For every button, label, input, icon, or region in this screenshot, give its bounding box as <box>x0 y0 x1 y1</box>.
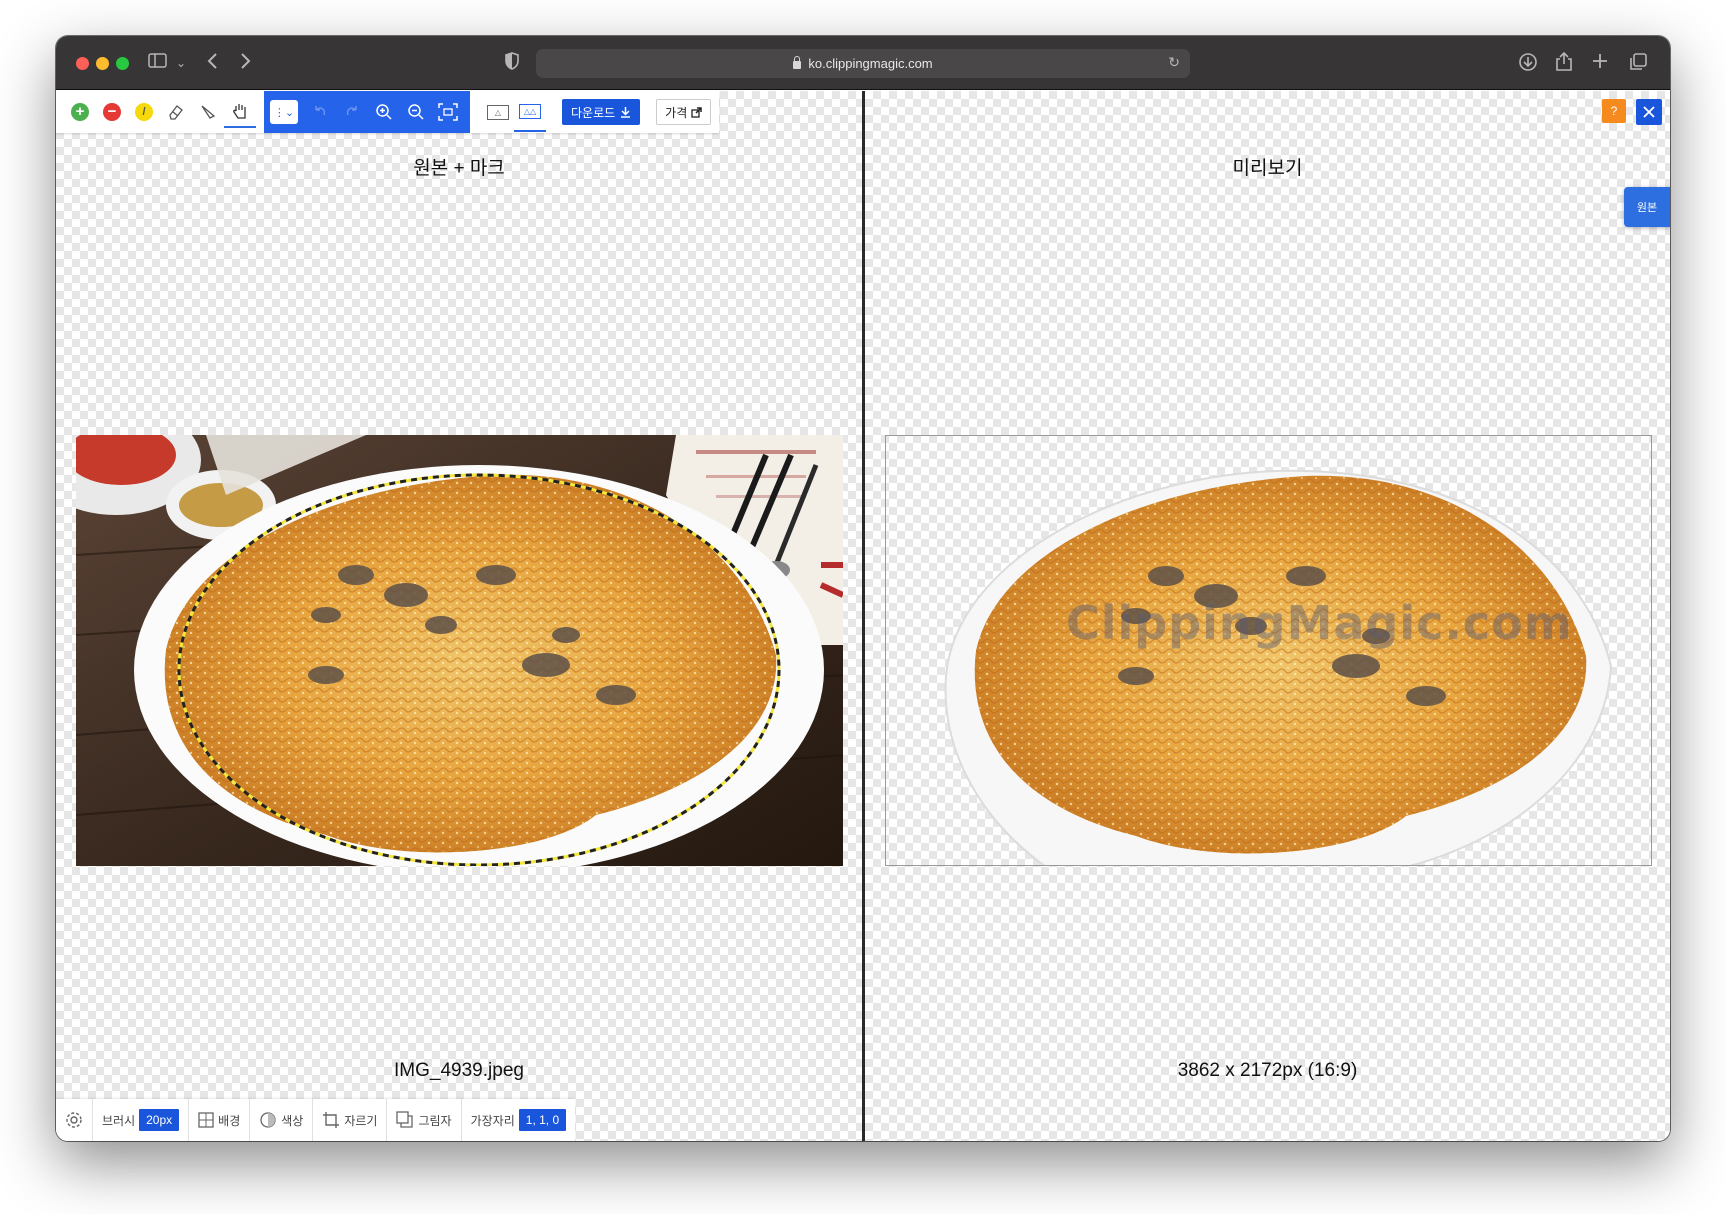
edit-toolbar: + − / ⋮⌄ △ △△ 다운로드 가격 <box>56 91 720 133</box>
edge-control[interactable]: 가장자리 1, 1, 0 <box>462 1099 576 1141</box>
single-view-button[interactable]: △ <box>482 92 514 132</box>
browser-window: ⌄ ko.clippingmagic.com ↻ + − / ⋮⌄ △ △△ 다… <box>56 36 1670 1141</box>
reload-icon[interactable]: ↻ <box>1168 54 1180 71</box>
undo-button[interactable] <box>304 96 336 128</box>
color-label: 색상 <box>281 1113 304 1128</box>
eraser-tool-button[interactable] <box>160 96 192 128</box>
price-label: 가격 <box>665 105 688 120</box>
back-icon[interactable] <box>206 52 220 75</box>
external-link-icon <box>691 106 703 118</box>
more-menu-button[interactable]: ⋮⌄ <box>270 100 298 124</box>
edge-value[interactable]: 1, 1, 0 <box>518 1109 567 1131</box>
keep-icon: + <box>71 103 89 121</box>
close-window-button[interactable] <box>76 57 89 70</box>
zoom-out-icon <box>408 104 424 120</box>
hair-icon: / <box>135 103 153 121</box>
single-view-icon: △ <box>487 104 509 120</box>
split-view-icon: △△ <box>519 103 541 119</box>
edge-label: 가장자리 <box>470 1113 515 1128</box>
hair-tool-button[interactable]: / <box>128 96 160 128</box>
crop-button[interactable]: 자르기 <box>313 1099 388 1141</box>
keep-tool-button[interactable]: + <box>64 96 96 128</box>
scalpel-icon <box>201 105 216 119</box>
remove-tool-button[interactable]: − <box>96 96 128 128</box>
preview-image[interactable]: ClippingMagic.com <box>885 435 1652 866</box>
crop-icon <box>323 1112 340 1128</box>
split-view-button[interactable]: △△ <box>514 92 546 132</box>
background-label: 배경 <box>218 1113 241 1128</box>
close-icon <box>1643 106 1655 118</box>
fit-icon <box>438 103 458 121</box>
color-button[interactable]: 색상 <box>250 1099 314 1141</box>
brush-size-control[interactable]: 브러시 20px <box>93 1099 190 1141</box>
download-arrow-icon <box>621 107 631 118</box>
original-image[interactable] <box>76 435 843 866</box>
close-button[interactable] <box>1636 99 1662 125</box>
remove-icon: − <box>103 103 121 121</box>
crop-label: 자르기 <box>344 1113 378 1128</box>
lock-icon <box>793 55 802 69</box>
view-mode-group: △ △△ <box>482 92 546 132</box>
help-button[interactable]: ? <box>1602 99 1626 123</box>
undo-icon <box>315 106 326 116</box>
hand-icon <box>233 104 246 119</box>
forward-icon[interactable] <box>238 52 252 75</box>
background-button[interactable]: 배경 <box>189 1099 251 1141</box>
file-name: IMG_4939.jpeg <box>394 1060 524 1081</box>
original-toggle-tab[interactable]: 원본 <box>1624 187 1670 227</box>
address-bar[interactable]: ko.clippingmagic.com ↻ <box>536 49 1190 78</box>
hand-tool-button[interactable] <box>224 96 256 128</box>
preview-pane-title: 미리보기 <box>1232 158 1303 179</box>
watermark: ClippingMagic.com <box>1066 596 1573 650</box>
image-dimensions: 3862 x 2172px (16:9) <box>1177 1060 1358 1081</box>
tabs-icon[interactable] <box>1628 52 1648 77</box>
original-pane[interactable]: + − / ⋮⌄ △ △△ 다운로드 가격 원본 + 마크 IMG_4939.j… <box>56 91 862 1141</box>
shadow-icon <box>396 1111 414 1128</box>
url-text: ko.clippingmagic.com <box>808 56 933 71</box>
view-controls: ⋮⌄ <box>264 91 470 133</box>
zoom-window-button[interactable] <box>116 57 129 70</box>
app-content: + − / ⋮⌄ △ △△ 다운로드 가격 원본 + 마크 IMG_4939.j… <box>56 91 1670 1141</box>
shadow-label: 그림자 <box>418 1113 452 1128</box>
minimize-window-button[interactable] <box>96 57 109 70</box>
share-icon[interactable] <box>1555 51 1573 77</box>
scalpel-tool-button[interactable] <box>192 96 224 128</box>
redo-icon <box>346 106 357 116</box>
plus-icon[interactable] <box>1592 52 1608 74</box>
preview-pane[interactable]: ? 원본 미리보기 ClippingMagic.com 3862 x 2172p… <box>865 91 1670 1141</box>
title-bar: ⌄ ko.clippingmagic.com ↻ <box>56 36 1670 90</box>
preview-actions: ? <box>1602 99 1662 125</box>
chevron-down-icon[interactable]: ⌄ <box>176 52 186 74</box>
settings-button[interactable] <box>56 1099 93 1141</box>
color-icon <box>260 1112 276 1128</box>
settings-bar: 브러시 20px 배경 색상 자르기 그림자 가장자리 1, 1, 0 <box>56 1099 576 1141</box>
zoom-in-icon <box>376 104 392 120</box>
settings-icon <box>66 1112 82 1128</box>
shadow-button[interactable]: 그림자 <box>387 1099 462 1141</box>
redo-button[interactable] <box>336 96 368 128</box>
fit-button[interactable] <box>432 96 464 128</box>
brush-label: 브러시 <box>102 1113 136 1128</box>
eraser-icon <box>169 105 183 120</box>
zoom-out-button[interactable] <box>400 96 432 128</box>
sidebar-icon[interactable] <box>148 52 168 75</box>
shield-icon[interactable] <box>504 52 520 75</box>
download-button[interactable]: 다운로드 <box>562 99 641 125</box>
download-icon[interactable] <box>1518 52 1538 77</box>
brush-size-value[interactable]: 20px <box>139 1109 180 1131</box>
price-button[interactable]: 가격 <box>656 99 712 125</box>
original-pane-title: 원본 + 마크 <box>413 158 505 179</box>
background-icon <box>198 1112 214 1128</box>
zoom-in-button[interactable] <box>368 96 400 128</box>
download-label: 다운로드 <box>571 105 616 120</box>
